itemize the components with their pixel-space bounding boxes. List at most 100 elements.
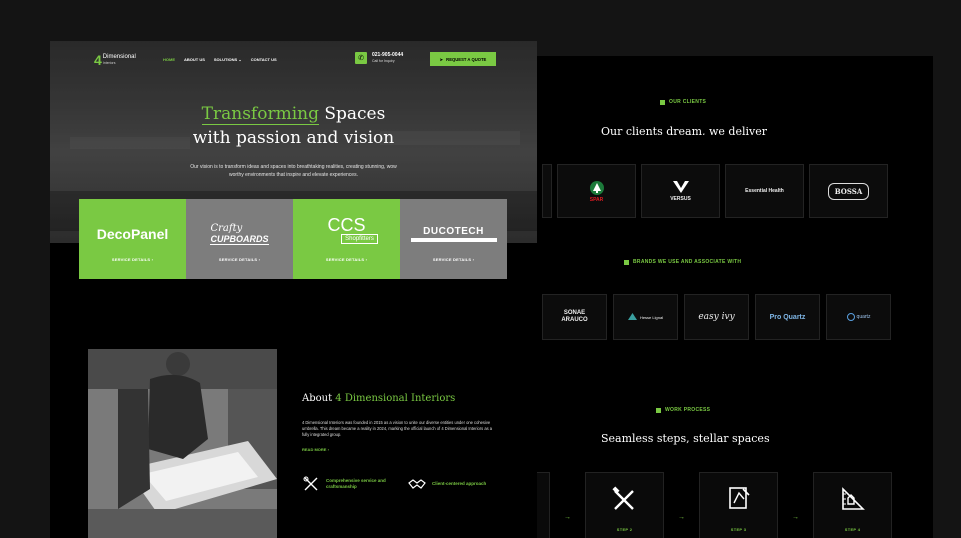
ccs-logo-top: CCS [327,215,366,235]
client-logo-bossa: BOSSA [827,182,870,200]
service-card-crafty-cupboards[interactable]: Crafty CUPBOARDS SERVICE DETAILS › [186,199,293,279]
handshake-icon [408,479,426,489]
step-card-2: STEP 2 [585,472,664,538]
feature-client-centered: Client-centered approach [408,475,486,493]
brand-card-easyivy: easy ivy [684,294,749,340]
client-card-partial [542,164,552,218]
clients-heading: Our clients dream, we deliver [601,125,767,135]
crafty-logo-top: Crafty [210,222,243,234]
service-details-label: SERVICE DETAILS [218,257,258,262]
brand-logo-sonae: SONAE ARAUCO [561,310,588,323]
step-arrow-icon: → [678,514,685,521]
menu-item-solutions[interactable]: SOLUTIONS ⌄ [214,57,242,62]
brand-number: 4 [94,52,102,68]
service-details-label: SERVICE DETAILS [111,257,151,262]
quartz-circle-icon [846,313,855,321]
phone-icon: ✆ [355,52,367,64]
step-arrow-icon: → [564,514,571,521]
brand-card-quartz: quartz [826,294,891,340]
eyebrow-square-icon [660,99,665,105]
menu-item-contact[interactable]: CONTACT US [251,57,277,62]
brand-logo-easyivy: easy ivy [698,312,735,322]
crafty-logo-bottom: CUPBOARDS [210,233,269,245]
service-details-link[interactable]: SERVICE DETAILS › [112,257,153,262]
ducotech-tagline-bar [410,238,497,242]
feature-comprehensive: Comprehensive service and craftsmanship [302,475,392,493]
service-details-link[interactable]: SERVICE DETAILS › [326,257,367,262]
phone-contact[interactable]: ✆ 021-905-0044 Call for Inquiry [355,52,403,64]
client-logo-essential-health: Essential Health [745,188,784,194]
spar-tree-icon [589,180,604,195]
brand-card-sonae: SONAE ARAUCO [542,294,607,340]
brand-card-proquartz: Pro Quartz [755,294,820,340]
tools-cross-icon [611,486,634,510]
menu-item-solutions-label: SOLUTIONS [213,57,238,62]
request-quote-button[interactable]: ➤ REQUEST A QUOTE [430,52,496,66]
chevron-right-icon: › [258,257,261,262]
service-details-label: SERVICE DETAILS [325,257,365,262]
brands-eyebrow-text: BRANDS WE USE AND ASSOCIATE WITH [633,259,742,265]
brand-name: Dimensional [102,54,136,60]
clients-eyebrow: OUR CLIENTS [660,99,706,105]
phone-caption: Call for Inquiry [372,59,395,63]
ccs-logo: CCS Shopfitters [315,213,378,247]
client-logo-versus: VERSUS [670,196,691,202]
hero-tagline: Our vision is to transform ideas and spa… [190,164,397,178]
client-card-essential-health: Essential Health [725,164,804,218]
top-nav: 4 Dimensional Interiors HOME ABOUT US SO… [50,41,537,77]
process-eyebrow: WORK PROCESS [656,407,710,413]
brand-card-hesse: Hesse Lignal [613,294,678,340]
eyebrow-square-icon [656,407,661,413]
service-details-label: SERVICE DETAILS [432,257,472,262]
main-menu: HOME ABOUT US SOLUTIONS ⌄ CONTACT US [163,57,277,62]
step-card-3: STEP 3 [699,472,778,538]
brands-eyebrow: BRANDS WE USE AND ASSOCIATE WITH [624,259,741,265]
ccs-logo-bottom: Shopfitters [341,234,378,244]
request-quote-label: REQUEST A QUOTE [446,56,487,62]
about-photo [88,349,277,538]
about-title-prefix: About [302,393,336,404]
hesse-tree-icon [627,312,637,320]
brand-logo[interactable]: 4 Dimensional Interiors [94,52,136,68]
client-card-versus: VERSUS [641,164,720,218]
feature-client-centered-label: Client-centered approach [432,481,487,486]
step-2-label: STEP 2 [616,527,633,532]
page-left: 4 Dimensional Interiors HOME ABOUT US SO… [50,41,537,538]
menu-item-home[interactable]: HOME [163,57,175,62]
chevron-right-icon: › [151,257,154,262]
clients-eyebrow-text: OUR CLIENTS [669,99,707,105]
read-more-link[interactable]: READ MORE › [302,447,329,452]
brand-logo-quartz: quartz [856,314,871,320]
ducotech-logo: DUCOTECH [410,217,497,251]
about-body: 4 Dimensional Interiors was founded in 2… [302,420,493,437]
process-eyebrow-text: WORK PROCESS [665,407,711,413]
chevron-down-icon: ⌄ [238,57,242,62]
phone-number: 021-905-0044 [372,52,404,58]
service-card-ducotech[interactable]: DUCOTECH SERVICE DETAILS › [400,199,507,279]
hero-title-highlight: Transforming [201,104,319,125]
brand-logo-proquartz: Pro Quartz [769,313,806,321]
feature-comprehensive-label: Comprehensive service and craftsmanship [326,478,386,489]
brand-sub: Interiors [102,61,116,65]
service-card-decopanel[interactable]: DecoPanel SERVICE DETAILS › [79,199,186,279]
house-ruler-icon [841,487,865,510]
service-details-link[interactable]: SERVICE DETAILS › [433,257,474,262]
service-card-ccs-shopfitters[interactable]: CCS Shopfitters SERVICE DETAILS › [293,199,400,279]
step-arrow-icon: → [792,514,799,521]
client-card-bossa: BOSSA [809,164,888,218]
brand-logo-hesse: Hesse Lignal [639,314,664,320]
chevron-right-icon: › [365,257,368,262]
step-4-label: STEP 4 [844,527,861,532]
service-details-link[interactable]: SERVICE DETAILS › [219,257,260,262]
ducotech-logo-text: DUCOTECH [423,226,484,237]
chevron-right-icon: › [327,447,329,452]
design-sheet-icon [728,487,750,509]
client-logo-spar: SPAR [589,196,604,203]
hero-title-line1: Transforming Spaces [50,104,537,125]
tools-icon [303,476,318,491]
hero-title-line2: with passion and vision [192,128,395,148]
about-title-highlight: 4 Dimensional Interiors [335,393,456,404]
menu-item-about[interactable]: ABOUT US [184,57,205,62]
about-title: About 4 Dimensional Interiors [302,393,455,404]
send-icon: ➤ [439,56,444,62]
